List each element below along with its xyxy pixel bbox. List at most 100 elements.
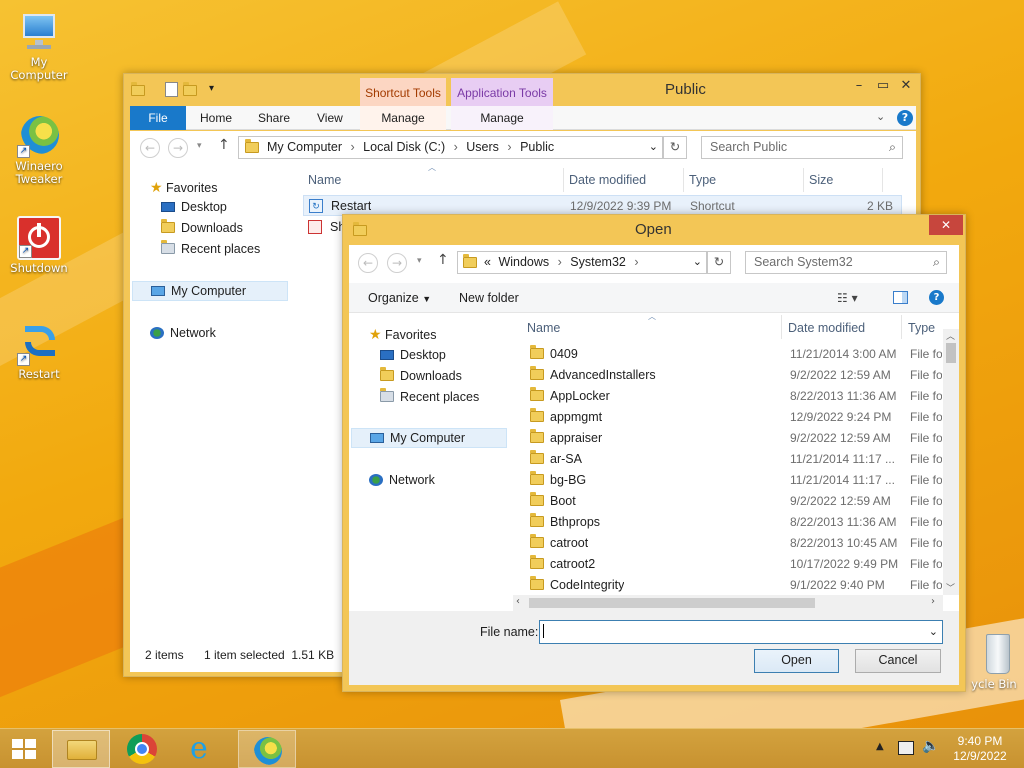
file-name-input[interactable]: ⌄ [539,620,943,644]
clock[interactable]: 9:40 PM 12/9/2022 [948,734,1012,764]
folder-row[interactable]: Boot 9/2/2022 12:59 AM File fol [522,491,942,512]
help-icon[interactable]: ? [897,110,913,126]
folder-row[interactable]: appraiser 9/2/2022 12:59 AM File fol [522,428,942,449]
scroll-left-arrow[interactable]: ‹ [516,596,520,607]
chevron-down-icon[interactable]: ⌄ [693,252,702,273]
desktop-icon-restart[interactable]: ↗ Restart [1,322,77,381]
nav-network[interactable]: Network [369,473,435,487]
help-icon[interactable]: ? [929,290,944,305]
column-header-date[interactable]: Date modified [569,173,646,187]
breadcrumb-item[interactable]: System32 [570,255,626,269]
tab-home[interactable]: Home [200,111,232,125]
new-folder-button[interactable]: New folder [459,291,519,305]
back-button[interactable]: ← [358,253,378,273]
tab-view[interactable]: View [317,111,343,125]
folder-row[interactable]: catroot2 10/17/2022 9:49 PM File fol [522,554,942,575]
breadcrumb-item[interactable]: My Computer [267,140,342,154]
scroll-down-arrow[interactable]: ﹀ [946,581,955,594]
nav-downloads[interactable]: Downloads [380,367,462,383]
tab-share[interactable]: Share [258,111,290,125]
chevron-down-icon[interactable]: ⌄ [929,621,938,643]
taskbar-file-explorer[interactable] [52,730,110,768]
nav-favorites[interactable]: ★ Favorites [150,179,217,196]
show-hidden-icons[interactable]: ▲ [876,741,884,752]
address-bar[interactable]: « Windows › System32 › ⌄ [457,251,707,274]
folder-row[interactable]: 0409 11/21/2014 3:00 AM File fol [522,344,942,365]
chevron-down-icon[interactable]: ▾ [209,83,214,94]
forward-button[interactable]: → [168,138,188,158]
nav-recent-places[interactable]: Recent places [380,388,479,404]
preview-pane-icon[interactable] [893,291,908,304]
search-input[interactable]: Search System32 ⌕ [745,251,947,274]
breadcrumb-item[interactable]: Local Disk (C:) [363,140,445,154]
refresh-button[interactable]: ↻ [663,136,687,159]
nav-my-computer[interactable]: My Computer [351,428,507,448]
open-button[interactable]: Open [754,649,839,673]
nav-desktop[interactable]: Desktop [380,348,446,362]
refresh-button[interactable]: ↻ [707,251,731,274]
close-button[interactable]: ✕ [929,215,963,235]
nav-desktop[interactable]: Desktop [161,200,227,214]
scroll-thumb[interactable] [529,598,815,608]
up-button[interactable]: ↑ [218,137,230,153]
column-header-name[interactable]: Name [527,321,560,335]
folder-row[interactable]: AdvancedInstallers 9/2/2022 12:59 AM File … [522,365,942,386]
network-status-icon[interactable] [898,741,914,755]
up-button[interactable]: ↑ [437,252,449,268]
back-button[interactable]: ← [140,138,160,158]
tab-file[interactable]: File [130,106,186,130]
file-row-selected[interactable]: ↻ Restart 12/9/2022 9:39 PM Shortcut 2 K… [303,195,902,216]
search-input[interactable]: Search Public ⌕ [701,136,903,159]
folder-row[interactable]: bg-BG 11/21/2014 11:17 ... File fol [522,470,942,491]
nav-favorites[interactable]: ★ Favorites [369,326,436,343]
folder-row[interactable]: CodeIntegrity 9/1/2022 9:40 PM File fol [522,575,942,596]
maximize-button[interactable]: ▭ [870,76,896,96]
breadcrumb-item[interactable]: Public [520,140,554,154]
new-folder-icon[interactable] [183,82,197,96]
nav-downloads[interactable]: Downloads [161,219,243,235]
recent-locations-icon[interactable]: ▾ [197,141,202,151]
organize-button[interactable]: Organize ▼ [368,291,431,305]
taskbar-internet-explorer[interactable]: e [176,730,234,768]
expand-ribbon-icon[interactable]: ⌄ [876,110,885,123]
folder-row[interactable]: catroot 8/22/2013 10:45 AM File fol [522,533,942,554]
close-button[interactable]: ✕ [894,76,918,96]
breadcrumb-item[interactable]: Windows [498,255,549,269]
address-bar[interactable]: My Computer › Local Disk (C:) › Users › … [238,136,663,159]
vertical-scrollbar[interactable]: ︿ ﹀ [943,329,959,595]
forward-button[interactable]: → [387,253,407,273]
scroll-right-arrow[interactable]: › [931,596,935,607]
column-header-date[interactable]: Date modified [788,321,865,335]
desktop-icon-my-computer[interactable]: My Computer [1,10,77,82]
column-header-type[interactable]: Type [689,173,716,187]
column-header-name[interactable]: Name [308,173,341,187]
scroll-thumb[interactable] [946,343,956,363]
column-header-size[interactable]: Size [809,173,833,187]
nav-recent-places[interactable]: Recent places [161,240,260,256]
properties-icon[interactable] [165,82,178,97]
nav-my-computer[interactable]: My Computer [132,281,288,301]
column-header-type[interactable]: Type [908,321,935,335]
cancel-button[interactable]: Cancel [855,649,941,673]
horizontal-scrollbar[interactable]: ‹ › [513,595,943,611]
recent-locations-icon[interactable]: ▾ [417,256,422,266]
scroll-up-arrow[interactable]: ︿ [946,329,955,342]
folder-row[interactable]: ar-SA 11/21/2014 11:17 ... File fol [522,449,942,470]
breadcrumb-item[interactable]: Users [466,140,499,154]
nav-network[interactable]: Network [150,326,216,340]
start-button[interactable] [8,737,40,761]
view-options-icon[interactable]: ☷ ▾ [837,291,858,305]
chevron-down-icon[interactable]: ⌄ [649,137,658,158]
desktop-icon-shutdown[interactable]: ↗ Shutdown [1,216,77,275]
desktop-icon-winaero-tweaker[interactable]: ↗ Winaero Tweaker [1,114,77,186]
volume-icon[interactable]: 🔈 [922,738,939,754]
folder-row[interactable]: Bthprops 8/22/2013 11:36 AM File fol [522,512,942,533]
minimize-button[interactable]: – [846,76,872,96]
breadcrumb-overflow[interactable]: « [484,255,491,269]
folder-row[interactable]: appmgmt 12/9/2022 9:24 PM File fol [522,407,942,428]
folder-row[interactable]: AppLocker 8/22/2013 11:36 AM File fol [522,386,942,407]
taskbar-winaero[interactable] [238,730,296,768]
tab-manage-shortcut[interactable]: Manage [360,106,446,130]
taskbar-chrome[interactable] [114,730,172,768]
tab-manage-application[interactable]: Manage [451,106,553,130]
